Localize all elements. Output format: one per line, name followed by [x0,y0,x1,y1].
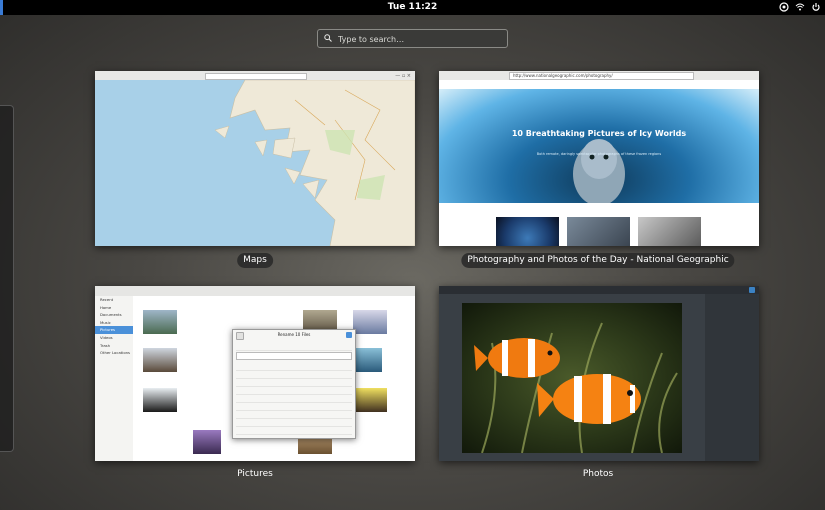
search-input[interactable] [336,31,505,48]
search-icon [324,34,332,42]
window-label-files: Pictures [237,469,273,479]
sidebar-item-trash[interactable]: Trash [95,342,133,350]
article-subhead: Both remote, daringly spectacular photog… [536,152,662,156]
window-browser[interactable]: http://www.nationalgeographic.com/photog… [439,71,759,246]
sidebar-item-pictures[interactable]: Pictures [95,326,133,334]
file-tile[interactable] [143,388,177,412]
rename-dialog[interactable]: Rename 10 Files [232,329,356,439]
file-tile[interactable] [353,310,387,334]
map-coastline [214,79,415,246]
rename-button[interactable] [346,332,352,338]
thumbnail-earth[interactable] [496,217,559,246]
search-entry[interactable] [317,29,508,48]
sidebar-item-recent[interactable]: Recent [95,296,133,304]
window-photos[interactable] [439,286,759,461]
browser-url[interactable]: http://www.nationalgeographic.com/photog… [509,72,694,80]
accessibility-icon[interactable] [779,2,789,12]
photo-properties-panel [705,294,759,461]
sidebar-item-documents[interactable]: Documents [95,311,133,319]
file-tile[interactable] [143,310,177,334]
window-label-browser: Photography and Photos of the Day - Nati… [461,253,735,268]
file-tile[interactable] [193,430,221,454]
rename-template-field[interactable] [236,352,352,360]
hero-image[interactable]: 10 Breathtaking Pictures of Icy Worlds B… [439,89,759,203]
system-tray[interactable] [779,2,821,12]
sidebar-item-music[interactable]: Music [95,319,133,327]
window-files[interactable]: Recent Home Documents Music Pictures Vid… [95,286,415,461]
window-maps[interactable]: — ▫ × [95,71,415,246]
sidebar-item-home[interactable]: Home [95,304,133,312]
files-icon-grid[interactable]: Rename 10 Files [133,296,415,461]
window-label-photos: Photos [582,469,614,479]
window-label-maps: Maps [237,253,273,268]
wifi-icon[interactable] [795,2,805,12]
dash[interactable] [0,105,14,452]
seal-image [573,139,625,203]
file-tile[interactable] [353,388,387,412]
thumbnail-group[interactable] [638,217,701,246]
dialog-title: Rename 10 Files [277,332,311,337]
map-view[interactable] [95,79,415,246]
files-sidebar[interactable]: Recent Home Documents Music Pictures Vid… [95,296,134,461]
clownfish-image [474,322,678,453]
clock[interactable]: Tue 11:22 [0,0,825,15]
photo-clownfish[interactable] [462,303,682,453]
sidebar-item-other-locations[interactable]: Other Locations [95,349,133,357]
sidebar-item-videos[interactable]: Videos [95,334,133,342]
power-icon[interactable] [811,2,821,12]
done-button[interactable] [749,287,755,293]
top-bar: Tue 11:22 [0,0,825,15]
thumbnail-people[interactable] [567,217,630,246]
file-tile[interactable] [143,348,177,372]
article-headline[interactable]: 10 Breathtaking Pictures of Icy Worlds [439,129,759,139]
